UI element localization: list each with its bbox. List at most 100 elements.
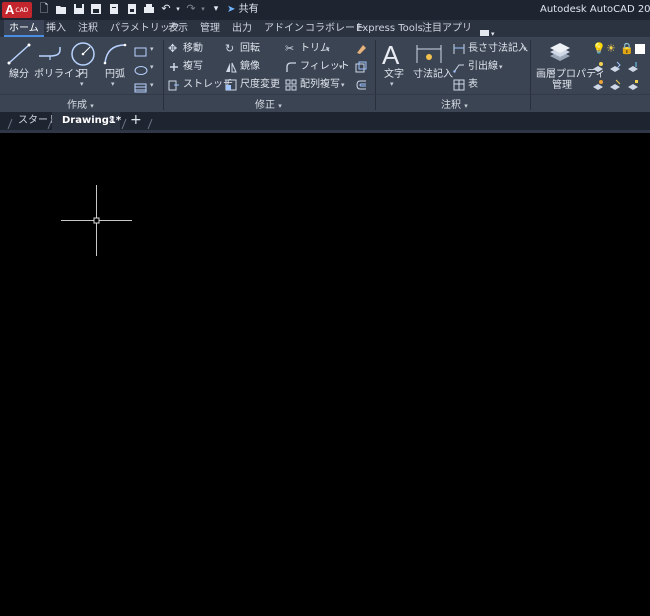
share-icon: ➤ — [227, 4, 236, 15]
open-web-icon[interactable] — [108, 3, 120, 15]
logo-letter: A — [5, 2, 15, 17]
table-icon[interactable] — [453, 79, 465, 94]
fillet-dropdown-icon[interactable]: ▾ — [339, 63, 343, 71]
tab-annotate[interactable]: 注釈 — [73, 20, 103, 37]
leader-icon[interactable] — [453, 61, 465, 76]
leader-label[interactable]: 引出線 — [468, 61, 498, 73]
close-icon[interactable]: ✕ — [108, 112, 116, 130]
crosshair-cursor — [61, 185, 132, 256]
explode-icon[interactable] — [355, 61, 367, 76]
layer-properties-icon[interactable] — [548, 42, 574, 66]
layer-manage-label[interactable]: 管理 — [552, 80, 572, 92]
leader-dropdown-icon[interactable]: ▾ — [499, 63, 503, 71]
trim-dropdown-icon[interactable]: ▾ — [326, 45, 330, 53]
scale-label[interactable]: 尺度変更 — [240, 79, 280, 91]
tab-featured-apps[interactable]: 注目アプリ — [417, 20, 477, 37]
hatch-dropdown-icon[interactable]: ▾ — [150, 81, 154, 89]
hatch-icon[interactable] — [134, 79, 148, 93]
layer-off-icon[interactable] — [592, 79, 604, 94]
text-icon[interactable]: A — [382, 41, 399, 69]
annotation-panel-title[interactable]: 注釈 ▾ — [441, 96, 468, 111]
layer-isolate-icon[interactable] — [627, 61, 639, 76]
lock-icon[interactable]: 🔒 — [620, 43, 634, 55]
customize-toolbar-icon[interactable]: ▾ — [210, 3, 222, 15]
linear-dimension-label[interactable]: 長さ寸法記入 — [468, 43, 528, 55]
table-label[interactable]: 表 — [468, 79, 478, 91]
copy-icon[interactable] — [168, 61, 180, 76]
ribbon-minimize-icon[interactable]: ▾ — [478, 23, 498, 38]
fillet-icon[interactable] — [285, 61, 297, 76]
chevron-down-icon: ▾ — [90, 102, 94, 110]
tab-home[interactable]: ホーム — [4, 20, 44, 37]
redo-dropdown-icon: ▾ — [201, 5, 205, 13]
polyline-icon[interactable] — [36, 44, 66, 64]
mirror-label[interactable]: 鏡像 — [240, 61, 260, 73]
array-icon[interactable] — [285, 79, 297, 94]
panel-separator — [375, 40, 376, 110]
ellipse-icon[interactable] — [134, 61, 148, 75]
tab-manage[interactable]: 管理 — [195, 20, 225, 37]
undo-dropdown-icon[interactable]: ▾ — [172, 3, 184, 15]
line-icon[interactable] — [6, 42, 32, 66]
offset-icon[interactable] — [355, 79, 367, 94]
rotate-icon[interactable]: ↻ — [225, 43, 234, 55]
save-as-icon[interactable] — [90, 3, 102, 15]
linear-dimension-icon[interactable] — [453, 43, 465, 58]
ellipse-dropdown-icon[interactable]: ▾ — [150, 63, 154, 71]
bulb-icon[interactable]: 💡 — [592, 43, 606, 55]
scale-icon[interactable] — [225, 79, 237, 94]
layer-color-swatch[interactable] — [635, 44, 645, 54]
plot-icon[interactable] — [143, 3, 155, 15]
new-tab-button[interactable]: + — [130, 111, 142, 129]
modify-panel-title-text: 修正 — [255, 100, 275, 111]
polyline-label[interactable]: ポリライン — [34, 69, 84, 81]
undo-icon[interactable]: ↶ — [160, 3, 172, 15]
share-button[interactable]: ➤ 共有 — [227, 2, 259, 18]
layer-freeze-icon[interactable] — [609, 79, 621, 94]
text-dropdown-icon[interactable]: ▾ — [390, 80, 394, 88]
layer-walk-icon[interactable] — [627, 79, 639, 94]
move-icon[interactable]: ✥ — [168, 43, 177, 55]
rectangle-icon[interactable] — [134, 43, 148, 57]
trim-icon[interactable]: ✂ — [285, 43, 294, 55]
tab-view[interactable]: 表示 — [163, 20, 193, 37]
new-file-icon[interactable]: 🗋 — [38, 3, 50, 15]
array-dropdown-icon[interactable]: ▾ — [341, 81, 345, 89]
tab-separator — [146, 115, 154, 130]
arc-label[interactable]: 円弧 — [105, 69, 125, 81]
move-label[interactable]: 移動 — [183, 43, 203, 55]
mirror-icon[interactable] — [225, 61, 237, 76]
chevron-down-icon: ▾ — [278, 102, 282, 110]
arc-icon[interactable] — [102, 42, 128, 66]
modify-panel-title[interactable]: 修正 ▾ — [255, 96, 282, 111]
autocad-logo[interactable]: ACAD — [2, 2, 32, 18]
sun-icon[interactable]: ☀ — [606, 43, 616, 55]
circle-icon[interactable] — [70, 41, 96, 67]
rotate-label[interactable]: 回転 — [240, 43, 260, 55]
erase-icon[interactable] — [355, 43, 367, 58]
array-label[interactable]: 配列複写 — [300, 79, 340, 91]
arc-dropdown-icon[interactable]: ▾ — [111, 80, 115, 88]
dimension-icon[interactable] — [415, 43, 443, 65]
tab-output[interactable]: 出力 — [227, 20, 257, 37]
open-folder-icon[interactable] — [55, 3, 67, 15]
save-web-icon[interactable] — [126, 3, 138, 15]
draw-panel-title[interactable]: 作成 ▾ — [67, 96, 94, 111]
dimension-label[interactable]: 寸法記入 — [413, 69, 453, 81]
copy-label[interactable]: 複写 — [183, 61, 203, 73]
rectangle-dropdown-icon[interactable]: ▾ — [150, 45, 154, 53]
save-icon[interactable] — [73, 3, 85, 15]
linear-dropdown-icon[interactable]: ▾ — [523, 45, 527, 53]
layer-state-icon[interactable] — [592, 61, 604, 76]
chevron-down-icon: ▾ — [464, 102, 468, 110]
layer-match-icon[interactable] — [609, 61, 621, 76]
stretch-icon[interactable] — [168, 79, 180, 94]
circle-dropdown-icon[interactable]: ▾ — [80, 80, 84, 88]
share-label: 共有 — [238, 4, 259, 15]
text-label[interactable]: 文字 — [384, 69, 404, 81]
svg-text:▾: ▾ — [491, 30, 495, 38]
app-title-text: Autodesk AutoCAD 2023 — [540, 4, 650, 15]
line-label[interactable]: 線分 — [9, 69, 29, 81]
tab-insert[interactable]: 挿入 — [41, 20, 71, 37]
redo-icon: ↷ — [186, 2, 196, 15]
